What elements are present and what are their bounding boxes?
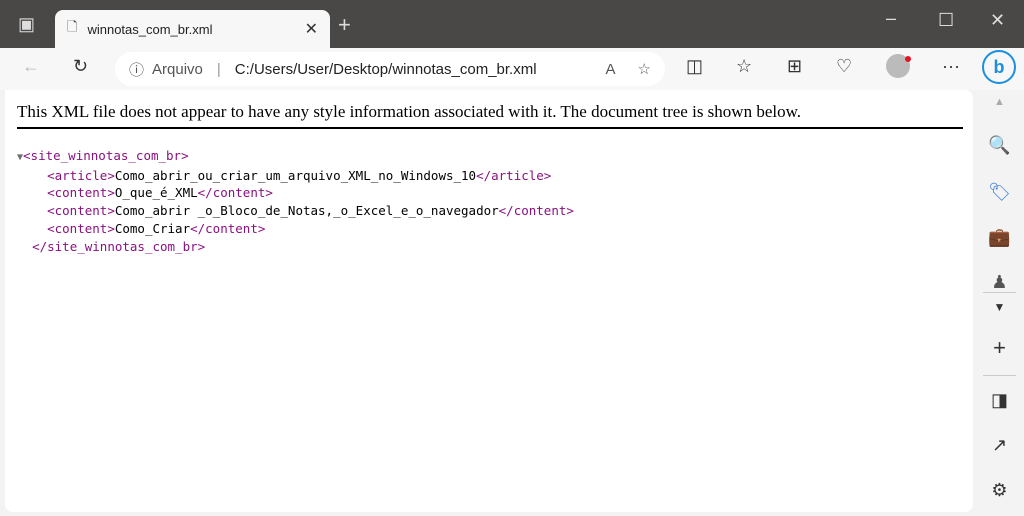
xml-style-notice: This XML file does not appear to have an… — [17, 102, 963, 129]
divider: | — [216, 60, 221, 78]
xml-line: <article>Como_abrir_ou_criar_um_arquivo_… — [47, 167, 552, 183]
xml-tree: ▼<site_winnotas_com_br> <article>Como_ab… — [17, 147, 574, 255]
minimize-icon[interactable]: – — [886, 8, 896, 29]
search-icon[interactable]: 🔍 — [975, 135, 1024, 156]
title-bar: ▣ 🗋 winnotas_com_br.xml ✕ + – ☐ ✕ — [0, 0, 1024, 48]
close-tab-icon[interactable]: ✕ — [305, 19, 318, 39]
scroll-down-icon[interactable]: ▼ — [975, 300, 1024, 314]
tab-actions-icon[interactable]: ▣ — [18, 14, 35, 35]
scroll-up-icon[interactable]: ▲ — [975, 96, 1024, 108]
hide-sidebar-icon[interactable]: ◨ — [975, 390, 1024, 411]
split-screen-icon[interactable]: ◫ — [686, 56, 703, 77]
root-open-tag: <site_winnotas_com_br> — [23, 148, 189, 163]
xml-line: <content>Como_abrir _o_Bloco_de_Notas,_o… — [47, 203, 574, 219]
info-icon[interactable]: ⓘ — [129, 59, 144, 80]
maximize-icon[interactable]: ☐ — [938, 10, 954, 31]
xml-line: <content>Como_Criar</content> — [47, 220, 266, 236]
divider — [983, 375, 1016, 376]
collections-icon[interactable]: ⊞ — [787, 56, 802, 77]
notification-dot — [905, 56, 911, 62]
open-external-icon[interactable]: ↗ — [975, 435, 1024, 456]
file-icon: 🗋 — [67, 19, 78, 34]
favorites-icon[interactable]: ☆ — [736, 56, 752, 77]
back-icon[interactable]: ← — [22, 56, 40, 77]
games-icon[interactable]: ♟ — [975, 272, 1024, 293]
refresh-icon[interactable]: ↻ — [73, 56, 88, 77]
browser-essentials-icon[interactable]: ♡ — [836, 56, 852, 77]
tab-title: winnotas_com_br.xml — [87, 21, 213, 37]
close-window-icon[interactable]: ✕ — [990, 10, 1005, 31]
url-text[interactable]: C:/Users/User/Desktop/winnotas_com_br.xm… — [235, 61, 537, 78]
divider — [983, 292, 1016, 293]
new-tab-icon[interactable]: + — [338, 12, 351, 38]
shopping-tag-icon[interactable]: 🏷 — [975, 182, 1024, 203]
add-icon[interactable]: + — [975, 335, 1024, 361]
tab-active[interactable]: 🗋 winnotas_com_br.xml ✕ — [55, 10, 330, 48]
sidebar: ▲ 🔍 🏷 💼 ♟ ▼ + ◨ ↗ ⚙ — [975, 90, 1024, 516]
toolbar: ← ↻ ⓘ Arquivo | C:/Users/User/Desktop/wi… — [0, 48, 1024, 90]
root-close-tag: </site_winnotas_com_br> — [32, 238, 206, 254]
settings-gear-icon[interactable]: ⚙ — [975, 480, 1024, 501]
page-content: This XML file does not appear to have an… — [5, 90, 973, 512]
bing-chat-icon[interactable]: b — [982, 50, 1016, 84]
favorite-star-icon[interactable]: ☆ — [638, 60, 651, 78]
xml-line: <content>O_que_é_XML</content> — [47, 185, 273, 201]
address-bar[interactable]: ⓘ Arquivo | C:/Users/User/Desktop/winnot… — [115, 52, 665, 86]
tools-icon[interactable]: 💼 — [975, 227, 1024, 248]
xml-line: </site_winnotas_com_br> — [17, 238, 574, 256]
site-info-label[interactable]: Arquivo — [152, 61, 203, 78]
more-options-icon[interactable]: ··· — [942, 56, 960, 77]
read-aloud-icon[interactable]: A — [606, 61, 616, 78]
